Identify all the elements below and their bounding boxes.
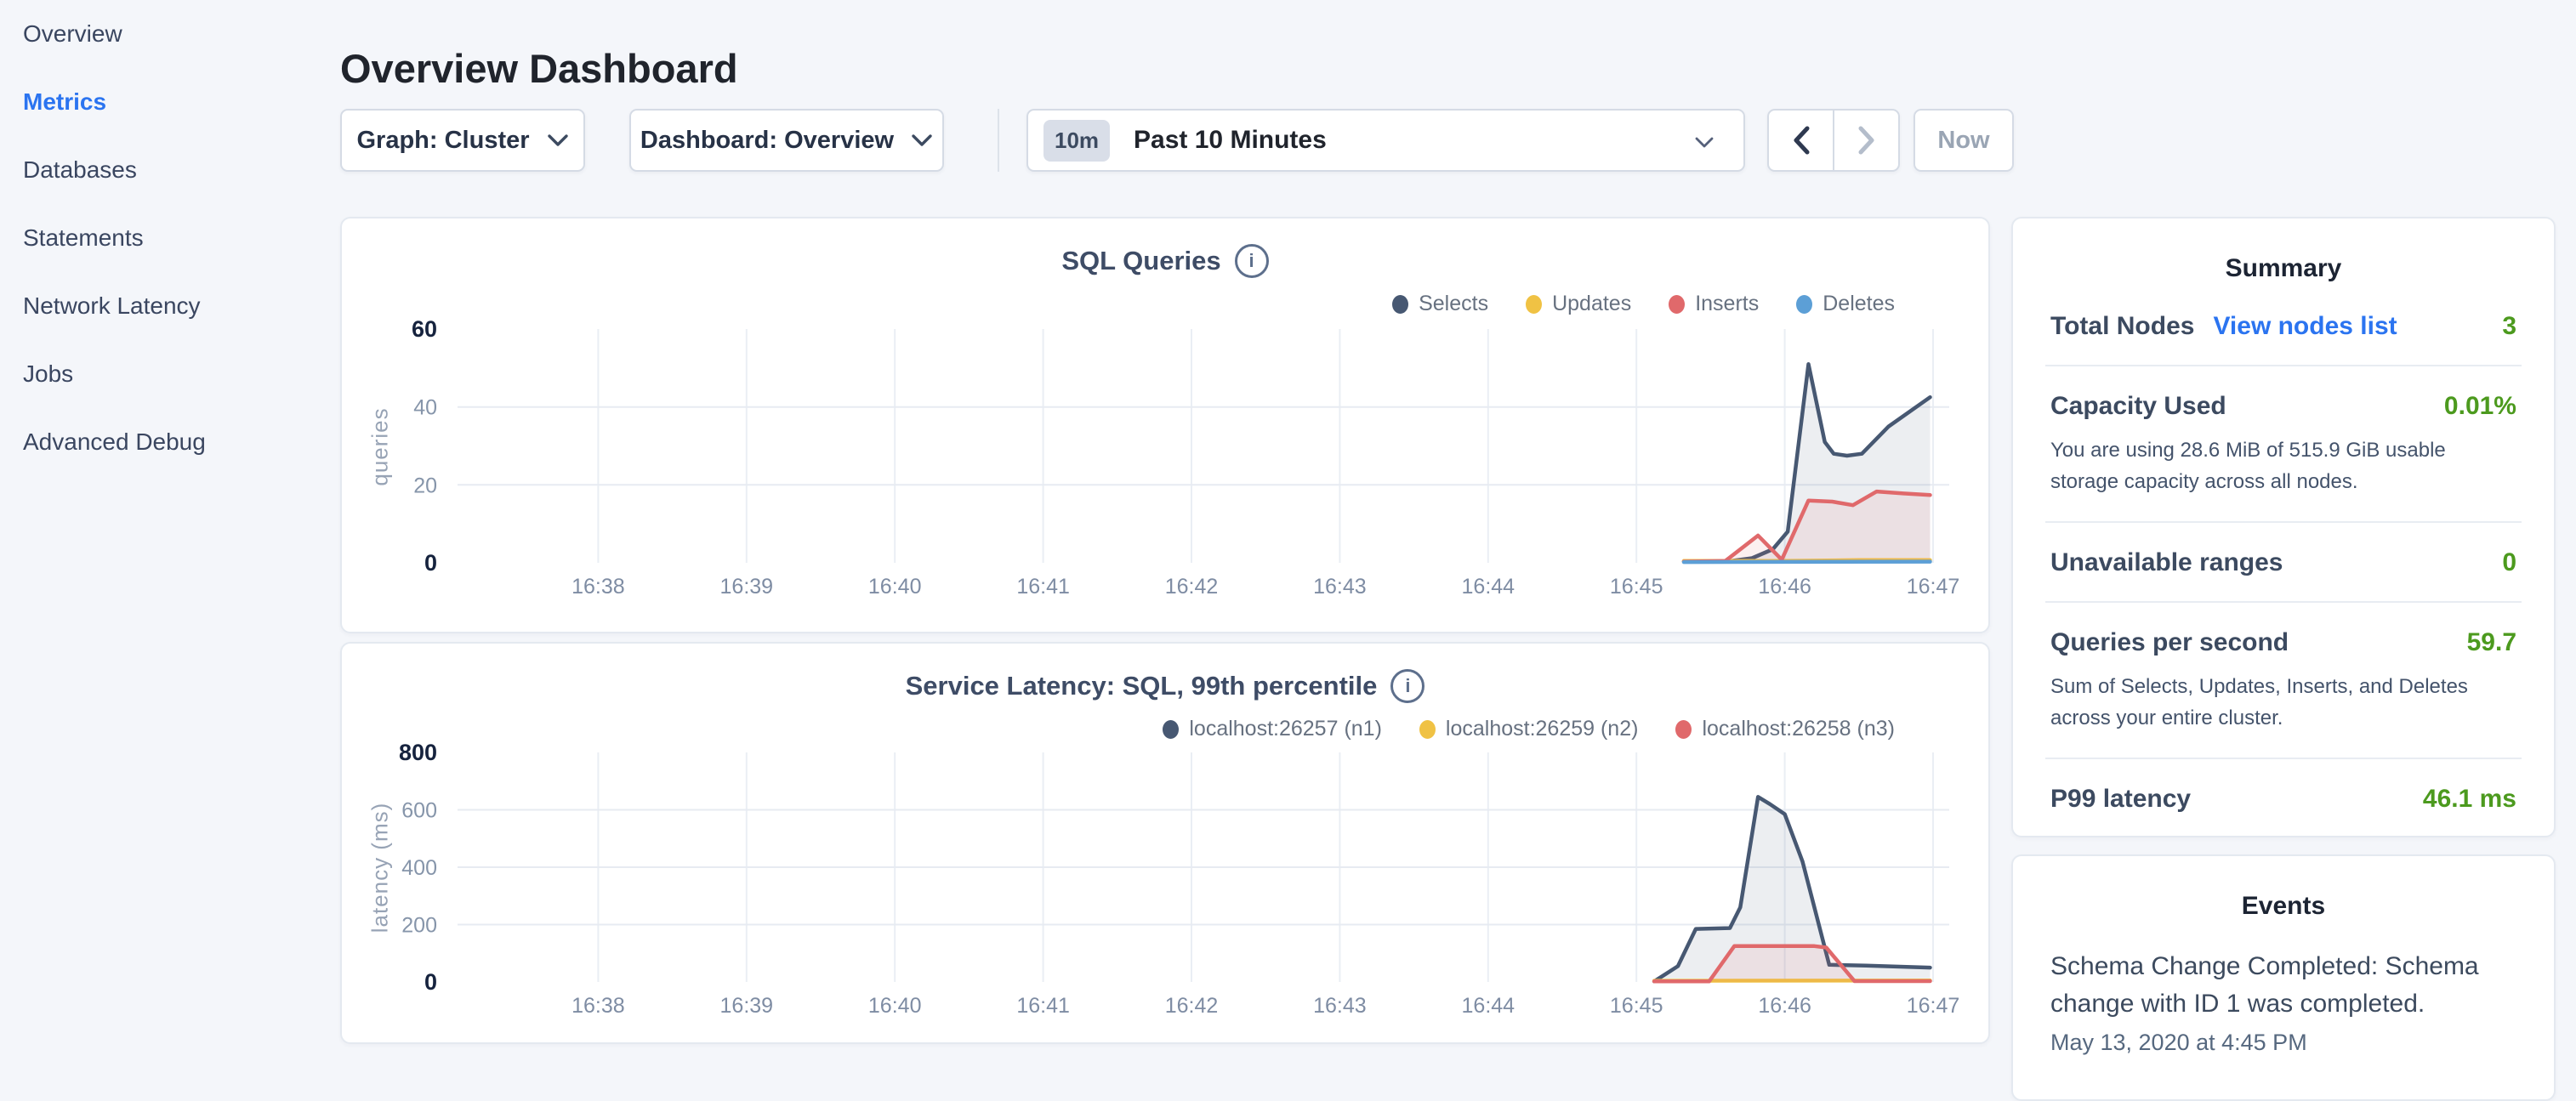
x-tick-label: 16:40 — [868, 575, 922, 599]
chevron-left-icon — [1792, 126, 1811, 155]
x-tick-label: 16:45 — [1610, 994, 1663, 1018]
summary-row-value: 46.1 ms — [2423, 785, 2516, 814]
graph-dropdown[interactable]: Graph: Cluster — [340, 109, 585, 172]
sidebar-item-advanced-debug[interactable]: Advanced Debug — [0, 408, 340, 476]
time-window-badge: 10m — [1043, 120, 1110, 162]
chevron-down-icon — [1694, 136, 1714, 149]
events-title: Events — [2045, 892, 2522, 921]
dashboard-dropdown-label: Dashboard: Overview — [640, 127, 894, 155]
page-title: Overview Dashboard — [340, 45, 738, 92]
x-tick-label: 16:44 — [1462, 994, 1515, 1018]
x-tick-label: 16:42 — [1165, 575, 1219, 599]
dashboard-dropdown[interactable]: Dashboard: Overview — [629, 109, 944, 172]
summary-row-subtext: You are using 28.6 MiB of 515.9 GiB usab… — [2050, 434, 2516, 497]
y-tick-label: 60 — [412, 316, 437, 342]
sidebar-item-overview[interactable]: Overview — [0, 0, 340, 68]
sidebar-item-databases[interactable]: Databases — [0, 136, 340, 204]
summary-row-value: 3 — [2502, 312, 2516, 341]
x-tick-label: 16:41 — [1016, 994, 1070, 1018]
x-tick-label: 16:46 — [1758, 994, 1811, 1018]
y-tick-label: 40 — [413, 396, 437, 420]
now-button[interactable]: Now — [1914, 109, 2014, 172]
next-time-button[interactable] — [1834, 111, 1898, 170]
x-tick-label: 16:42 — [1165, 994, 1219, 1018]
summary-row-queries-per-second: Queries per second 59.7 Sum of Selects, Up… — [2045, 603, 2522, 759]
chevron-right-icon — [1857, 126, 1876, 155]
events-card: Events Schema Change Completed: Schema c… — [2011, 854, 2556, 1101]
sidebar-item-jobs[interactable]: Jobs — [0, 340, 340, 408]
x-tick-label: 16:45 — [1610, 575, 1663, 599]
event-item: Schema Change Completed: Schema change w… — [2045, 948, 2522, 1056]
event-timestamp: May 13, 2020 at 4:45 PM — [2050, 1030, 2516, 1056]
graph-dropdown-label: Graph: Cluster — [356, 127, 529, 155]
y-tick-label: 0 — [424, 550, 437, 576]
summary-row-value: 0 — [2502, 548, 2516, 577]
summary-row-total-nodes: Total Nodes View nodes list 3 — [2045, 287, 2522, 366]
summary-rows: Total Nodes View nodes list 3 Capacity Used… — [2045, 287, 2522, 837]
x-tick-label: 16:39 — [720, 994, 774, 1018]
summary-row-label: Unavailable ranges — [2050, 548, 2283, 577]
sidebar-item-network-latency[interactable]: Network Latency — [0, 272, 340, 340]
x-tick-label: 16:46 — [1758, 575, 1811, 599]
sidebar: OverviewMetricsDatabasesStatementsNetwor… — [0, 0, 340, 1051]
chart-canvas: 16:38 16:39 16:40 16:41 16:42 16:43 16:44 16:45… — [342, 644, 1992, 1046]
series-line-deletes — [1684, 562, 1931, 563]
summary-row-label: Queries per second — [2050, 628, 2289, 657]
x-tick-label: 16:38 — [571, 994, 625, 1018]
time-range-picker[interactable]: 10m Past 10 Minutes — [1026, 109, 1745, 172]
x-tick-label: 16:38 — [571, 575, 625, 599]
summary-title: Summary — [2045, 254, 2522, 283]
x-tick-label: 16:43 — [1313, 994, 1367, 1018]
time-range-label: Past 10 Minutes — [1134, 126, 1327, 155]
prev-time-button[interactable] — [1769, 111, 1834, 170]
x-tick-label: 16:47 — [1907, 994, 1960, 1018]
chart-card-sql-queries: SQL Queries i SelectsUpdatesInsertsDelet… — [340, 217, 1990, 633]
y-tick-label: 400 — [401, 856, 437, 880]
summary-row-subtext: Sum of Selects, Updates, Inserts, and De… — [2050, 671, 2516, 734]
chevron-down-icon — [911, 133, 933, 147]
summary-row-label: P99 latency — [2050, 785, 2191, 814]
x-tick-label: 16:47 — [1907, 575, 1960, 599]
summary-row-p99-latency: P99 latency 46.1 ms — [2045, 759, 2522, 837]
chart-card-service-latency: Service Latency: SQL, 99th percentile i … — [340, 642, 1990, 1044]
x-tick-label: 16:39 — [720, 575, 774, 599]
y-tick-label: 0 — [424, 969, 437, 995]
sidebar-item-statements[interactable]: Statements — [0, 204, 340, 272]
y-tick-label: 600 — [401, 799, 437, 823]
summary-row-value: 0.01% — [2444, 392, 2516, 421]
y-tick-label: 200 — [401, 914, 437, 938]
time-step-buttons — [1767, 109, 1900, 172]
sidebar-item-metrics[interactable]: Metrics — [0, 68, 340, 136]
summary-row-label: Capacity Used — [2050, 392, 2226, 421]
x-tick-label: 16:43 — [1313, 575, 1367, 599]
x-tick-label: 16:40 — [868, 994, 922, 1018]
event-text: Schema Change Completed: Schema change w… — [2050, 948, 2516, 1023]
chevron-down-icon — [547, 133, 569, 147]
chart-canvas: 16:38 16:39 16:40 16:41 16:42 16:43 16:44 16:45… — [342, 218, 1992, 635]
page: { "colors": { "accent_blue": "#2b74f0", … — [0, 0, 2576, 1051]
events-list: Schema Change Completed: Schema change w… — [2045, 948, 2522, 1056]
summary-row-value: 59.7 — [2467, 628, 2516, 657]
x-tick-label: 16:41 — [1016, 575, 1070, 599]
x-tick-label: 16:44 — [1462, 575, 1515, 599]
summary-row-unavailable-ranges: Unavailable ranges 0 — [2045, 523, 2522, 603]
toolbar-divider — [998, 109, 999, 172]
summary-row-capacity-used: Capacity Used 0.01% You are using 28.6 MiB… — [2045, 366, 2522, 523]
y-tick-label: 20 — [413, 474, 437, 497]
y-tick-label: 800 — [399, 740, 437, 765]
summary-card: Summary Total Nodes View nodes list 3 Capac… — [2011, 217, 2556, 837]
view-nodes-list-link[interactable]: View nodes list — [2213, 312, 2397, 341]
summary-row-label: Total Nodes — [2050, 312, 2194, 341]
